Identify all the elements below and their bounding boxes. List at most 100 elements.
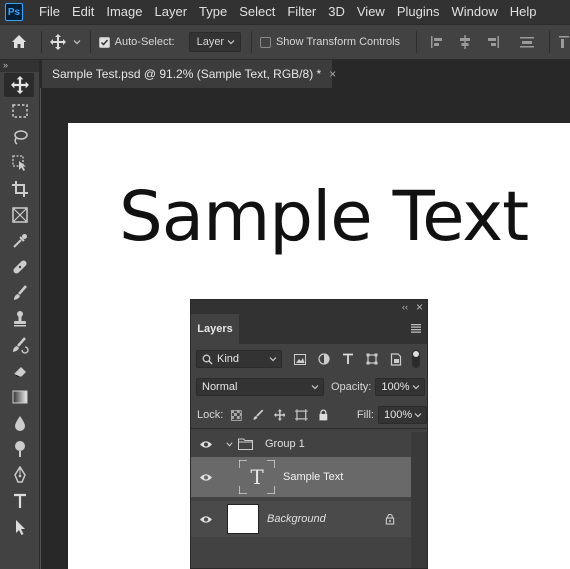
menu-type[interactable]: Type [193,0,233,24]
text-layer-thumbnail: T [239,460,275,494]
layer-filter-row: Kind [191,350,427,368]
history-brush-icon[interactable] [0,332,40,358]
lock-transparent-pixels-icon[interactable] [231,409,243,421]
align-top-icon[interactable] [558,34,570,50]
menu-view[interactable]: View [351,0,391,24]
options-separator [89,31,91,53]
visibility-eye-icon[interactable] [191,440,221,449]
show-transform-label: Show Transform Controls [275,36,401,48]
pen-tool-icon[interactable] [0,462,40,488]
opacity-field[interactable]: 100% [375,378,426,396]
filter-toggle[interactable] [412,350,420,368]
type-t-icon: T [250,465,264,489]
align-center-icon[interactable] [457,34,473,50]
layer-row-background[interactable]: Background [191,501,411,537]
layers-panel: ‹‹ × Layers Kind Normal Opacity: 100% Lo… [190,299,428,569]
fill-value: 100% [383,409,413,421]
distribute-icon[interactable] [519,34,535,50]
path-select-tool-icon[interactable] [0,514,40,540]
options-bar: Auto-Select: Layer Show Transform Contro… [0,24,570,60]
align-right-icon[interactable] [485,34,501,50]
blend-mode-dropdown[interactable]: Normal [196,378,324,396]
chevron-down-icon[interactable] [225,440,234,449]
visibility-eye-icon[interactable] [191,515,221,524]
show-transform-checkbox[interactable] [260,36,271,48]
lock-position-icon[interactable] [273,409,286,421]
search-icon [202,354,213,365]
layer-name-text: Sample Text [283,471,344,483]
brush-tool-icon[interactable] [0,280,40,306]
layer-name-background: Background [267,513,326,525]
eraser-tool-icon[interactable] [0,358,40,384]
menu-select[interactable]: Select [233,0,281,24]
blur-tool-icon[interactable] [0,410,40,436]
lock-artboard-icon[interactable] [295,409,309,421]
type-tool-icon[interactable] [0,488,40,514]
tools-collapse-icon[interactable]: » [0,60,39,72]
menu-filter[interactable]: Filter [281,0,322,24]
blend-opacity-row: Normal Opacity: 100% [191,378,427,396]
layer-row-group[interactable]: Group 1 [191,432,411,456]
fill-label: Fill: [356,409,374,421]
menu-bar: Ps File Edit Image Layer Type Select Fil… [0,0,570,24]
gradient-tool-icon[interactable] [0,384,40,410]
lasso-tool-icon[interactable] [0,124,40,150]
panel-header: ‹‹ × [191,300,427,314]
clone-stamp-icon[interactable] [0,306,40,332]
layers-scrollbar[interactable] [411,432,427,568]
collapse-panel-icon[interactable]: ‹‹ [402,302,408,312]
menu-3d[interactable]: 3D [322,0,351,24]
fill-field[interactable]: 100% [377,406,427,424]
background-thumbnail [227,504,259,534]
align-left-icon[interactable] [429,34,445,50]
chevron-down-icon [414,413,422,418]
panel-menu-icon[interactable] [411,324,421,333]
chevron-down-icon [311,385,319,390]
blend-mode-value: Normal [202,381,238,393]
menu-help[interactable]: Help [504,0,543,24]
document-tab-bar: Sample Test.psd @ 91.2% (Sample Text, RG… [40,60,570,88]
healing-brush-icon[interactable] [0,254,40,280]
auto-select-value: Layer [196,36,225,48]
chevron-down-icon [73,40,81,45]
move-tool-preset-icon[interactable] [49,34,82,50]
shape-layer-filter-icon[interactable] [366,353,378,365]
lock-icon[interactable] [385,513,395,525]
eyedropper-tool-icon[interactable] [0,228,40,254]
tab-layers[interactable]: Layers [191,314,239,344]
canvas-sample-text[interactable]: Sample Text [119,175,529,259]
panel-divider [191,428,427,429]
lock-image-pixels-icon[interactable] [252,409,264,421]
menu-file[interactable]: File [33,0,66,24]
object-select-tool-icon[interactable] [0,150,40,176]
layer-name-group: Group 1 [265,438,305,450]
type-layer-filter-icon[interactable] [342,353,354,365]
smart-object-filter-icon[interactable] [390,352,402,366]
auto-select-checkbox[interactable] [98,36,110,48]
chevron-down-icon [269,357,277,362]
close-tab-icon[interactable]: × [329,67,336,81]
move-tool-icon[interactable] [0,72,40,98]
document-tab[interactable]: Sample Test.psd @ 91.2% (Sample Text, RG… [42,60,336,88]
menu-layer[interactable]: Layer [149,0,194,24]
home-icon[interactable] [0,34,39,50]
menu-window[interactable]: Window [445,0,503,24]
layer-row-text[interactable]: T Sample Text [191,457,411,497]
auto-select-dropdown[interactable]: Layer [188,32,242,52]
filter-kind-dropdown[interactable]: Kind [196,350,282,368]
visibility-eye-icon[interactable] [191,473,221,482]
lock-fill-row: Lock: Fill: 100% [191,406,427,424]
frame-tool-icon[interactable] [0,202,40,228]
pixel-layer-filter-icon[interactable] [294,353,306,365]
dodge-tool-icon[interactable] [0,436,40,462]
lock-all-icon[interactable] [318,409,329,421]
menu-edit[interactable]: Edit [66,0,100,24]
document-tab-title: Sample Test.psd @ 91.2% (Sample Text, RG… [52,67,322,81]
close-panel-icon[interactable]: × [416,300,423,314]
photoshop-logo[interactable]: Ps [5,3,23,21]
adjustment-layer-filter-icon[interactable] [318,353,330,365]
menu-plugins[interactable]: Plugins [391,0,446,24]
crop-tool-icon[interactable] [0,176,40,202]
marquee-tool-icon[interactable] [0,98,40,124]
menu-image[interactable]: Image [100,0,148,24]
